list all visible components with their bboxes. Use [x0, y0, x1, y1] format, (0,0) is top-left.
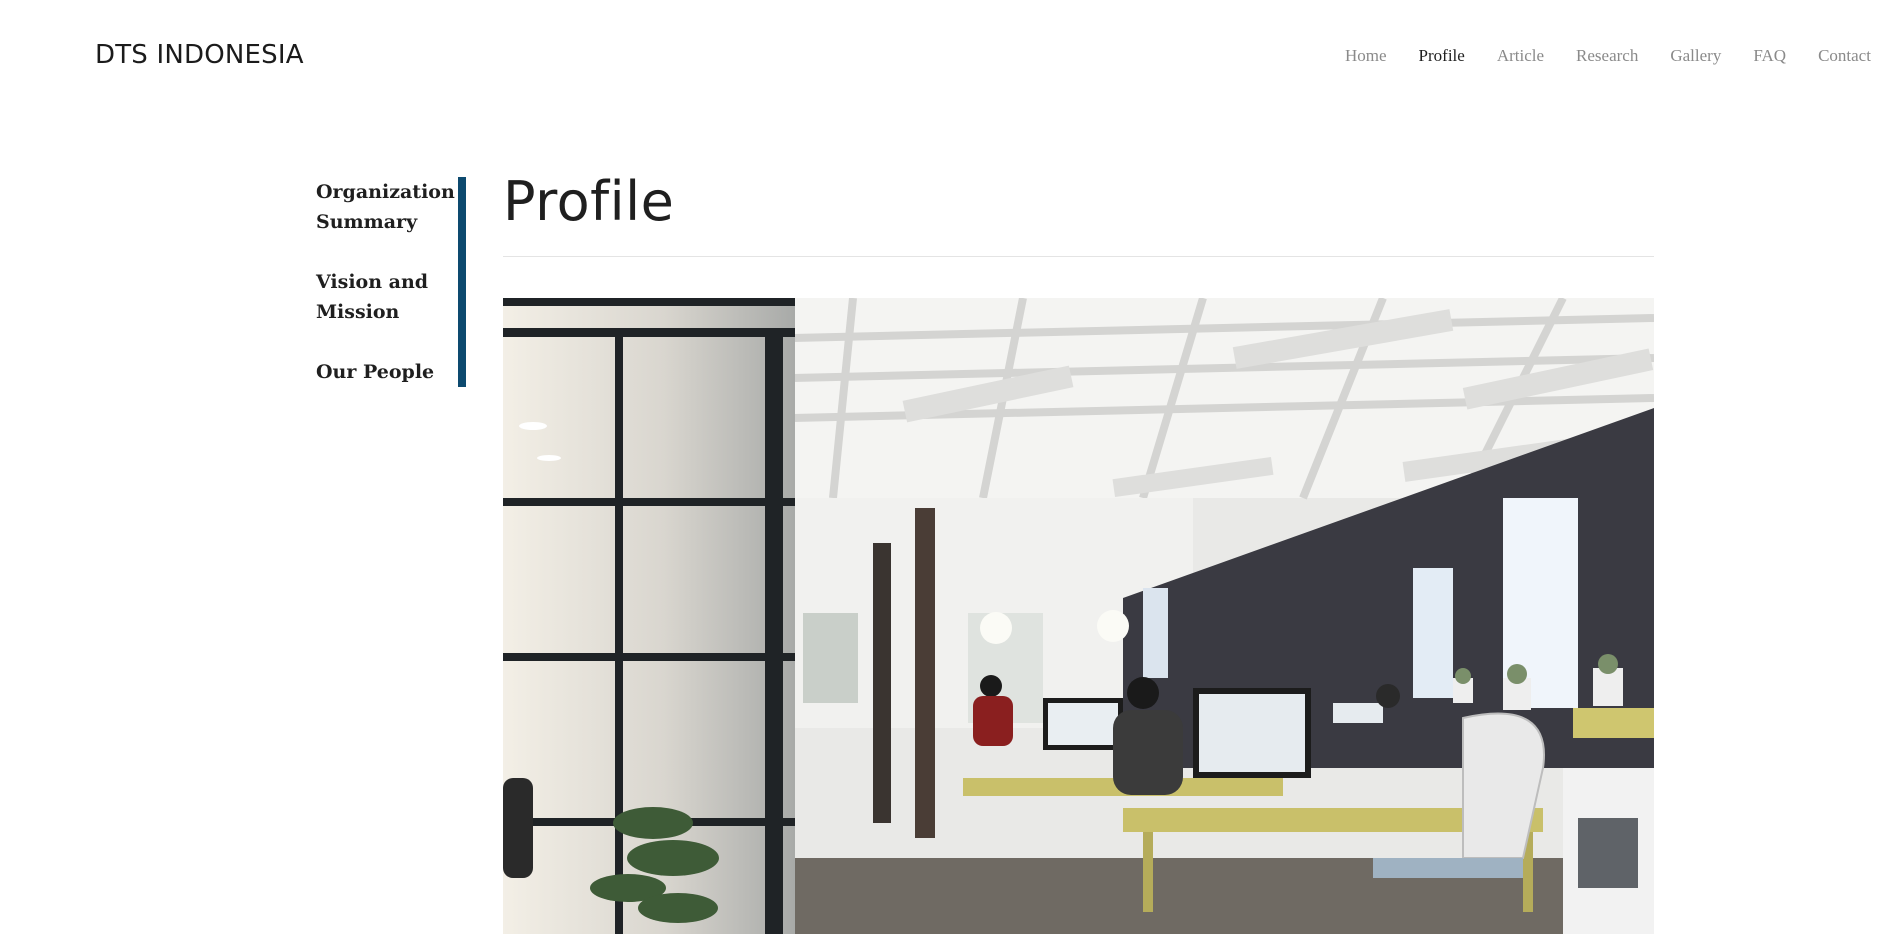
nav-gallery[interactable]: Gallery — [1670, 46, 1721, 66]
nav-faq[interactable]: FAQ — [1753, 46, 1786, 66]
main-nav: Home Profile Article Research Gallery FA… — [1345, 46, 1871, 66]
nav-article[interactable]: Article — [1497, 46, 1544, 66]
nav-research[interactable]: Research — [1576, 46, 1638, 66]
sidebar-item-organization-summary[interactable]: Organization Summary — [316, 177, 456, 237]
page-title: Profile — [503, 170, 675, 233]
nav-contact[interactable]: Contact — [1818, 46, 1871, 66]
title-divider — [503, 256, 1654, 257]
nav-home[interactable]: Home — [1345, 46, 1387, 66]
sidebar-item-our-people[interactable]: Our People — [316, 357, 456, 387]
sidebar-item-vision-mission[interactable]: Vision and Mission — [316, 267, 456, 327]
office-hero-image — [503, 298, 1654, 934]
nav-profile[interactable]: Profile — [1419, 46, 1465, 66]
site-logo[interactable]: DTS INDONESIA — [95, 40, 304, 70]
profile-sidebar: Organization Summary Vision and Mission … — [316, 177, 466, 417]
sidebar-accent-bar — [458, 177, 466, 387]
